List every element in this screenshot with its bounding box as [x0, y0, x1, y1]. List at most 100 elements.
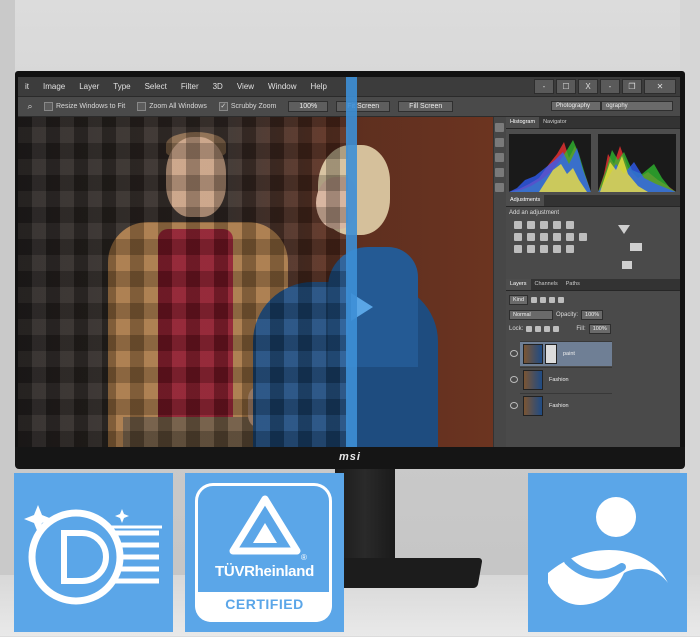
lock-brush-icon[interactable]: [535, 326, 542, 332]
hue-icon[interactable]: [514, 233, 522, 241]
menu-item-select[interactable]: Select: [138, 82, 174, 91]
tab-histogram[interactable]: Histogram: [506, 117, 540, 128]
tab-paths[interactable]: Paths: [562, 279, 584, 290]
tuv-certified-badge: ® TÜVRheinland CERTIFIED: [185, 473, 344, 632]
threshold-icon[interactable]: [540, 245, 548, 253]
dock-tools-icon[interactable]: [495, 168, 504, 177]
lock-row: Lock: Fill: 100%: [509, 324, 611, 334]
blend-mode-dropdown[interactable]: Normal: [509, 310, 553, 320]
lock-all-icon[interactable]: [553, 326, 560, 332]
color-lookup-icon[interactable]: [579, 233, 587, 241]
workspace-dropdown-2[interactable]: ography: [601, 101, 673, 111]
layer-row-fashion-1[interactable]: Fashion: [510, 367, 612, 392]
scrubby-zoom-checkbox[interactable]: ✓: [218, 102, 228, 111]
layer-thumbnail: [523, 396, 543, 416]
layer-thumbnail: [523, 370, 543, 390]
menu-item-layer[interactable]: Layer: [72, 82, 106, 91]
dock-info-icon[interactable]: [495, 183, 504, 192]
tab-layers[interactable]: Layers: [506, 279, 531, 290]
menu-item-window[interactable]: Window: [261, 82, 303, 91]
visibility-eye-icon[interactable]: [510, 350, 518, 357]
dock-play-icon[interactable]: [495, 138, 504, 147]
menu-item-type[interactable]: Type: [106, 82, 137, 91]
dock-history-icon[interactable]: [495, 123, 504, 132]
vibrance-icon[interactable]: [566, 221, 574, 229]
histogram-graph-1: [509, 134, 591, 192]
opacity-field[interactable]: 100%: [581, 310, 604, 320]
visibility-eye-icon[interactable]: [510, 376, 518, 383]
zoom-100-button[interactable]: 100%: [288, 101, 329, 112]
fill-field[interactable]: 100%: [588, 324, 611, 334]
zoom-tool-icon[interactable]: ⌕: [24, 101, 36, 112]
exposure-icon[interactable]: [553, 221, 561, 229]
adjustment-mask-icon[interactable]: [622, 261, 632, 269]
lock-label: Lock:: [509, 326, 524, 332]
close-doc-button[interactable]: X: [578, 79, 598, 94]
histogram-panel-tabs: Histogram Navigator: [506, 117, 680, 129]
background-wall-left: [0, 0, 15, 636]
tab-navigator[interactable]: Navigator: [539, 117, 571, 128]
menu-item-3d[interactable]: 3D: [206, 82, 230, 91]
menu-item-edit[interactable]: it: [18, 82, 36, 91]
tab-adjustments[interactable]: Adjustments: [506, 195, 545, 206]
layers-panel: Kind Normal Opacity: 100% Lock: Fill: 10…: [506, 291, 680, 447]
resize-windows-label: Resize Windows to Fit: [56, 103, 126, 110]
restore-doc-button[interactable]: ☐: [556, 79, 576, 94]
brightness-icon[interactable]: [514, 221, 522, 229]
adjustment-preset-icon[interactable]: [618, 225, 630, 234]
channel-mixer-icon[interactable]: [566, 233, 574, 241]
flicker-free-icon: [24, 505, 162, 605]
restore-app-button[interactable]: ❐: [622, 79, 642, 94]
menu-item-filter[interactable]: Filter: [174, 82, 206, 91]
selective-color-icon[interactable]: [566, 245, 574, 253]
invert-icon[interactable]: [514, 245, 522, 253]
dock-brush-icon[interactable]: [495, 153, 504, 162]
resize-windows-option[interactable]: Resize Windows to Fit: [44, 102, 125, 111]
scrubby-zoom-option[interactable]: ✓ Scrubby Zoom: [218, 102, 276, 111]
visibility-eye-icon[interactable]: [510, 402, 518, 409]
layer-row-paint[interactable]: paint: [510, 341, 612, 366]
layer-name: paint: [563, 351, 575, 357]
image-canvas[interactable]: [18, 117, 493, 447]
eye-comfort-badge: [528, 473, 687, 632]
kind-filter-dropdown[interactable]: Kind: [509, 295, 529, 305]
close-app-button[interactable]: ✕: [644, 79, 676, 94]
layer-row-fashion-2[interactable]: Fashion: [510, 393, 612, 418]
photoshop-window: it Image Layer Type Select Filter 3D Vie…: [18, 77, 680, 447]
adjustment-table-icon[interactable]: [630, 243, 642, 251]
filter-shape-icon[interactable]: [558, 297, 565, 303]
lock-move-icon[interactable]: [544, 326, 551, 332]
filter-pixel-icon[interactable]: [531, 297, 538, 303]
gradient-map-icon[interactable]: [553, 245, 561, 253]
menu-item-view[interactable]: View: [230, 82, 261, 91]
menu-item-image[interactable]: Image: [36, 82, 72, 91]
filter-adjust-icon[interactable]: [540, 297, 547, 303]
workspace-dropdown-1[interactable]: Photography: [551, 101, 601, 111]
monitor-bottom-bezel: msi: [15, 447, 685, 469]
photo-filter-icon[interactable]: [553, 233, 561, 241]
posterize-icon[interactable]: [527, 245, 535, 253]
tool-dock: [493, 117, 506, 447]
color-balance-icon[interactable]: [527, 233, 535, 241]
fit-screen-button[interactable]: Fit Screen: [336, 101, 391, 112]
filter-type-icon[interactable]: [549, 297, 556, 303]
zoom-all-option[interactable]: Zoom All Windows: [137, 102, 207, 111]
lock-pixels-icon[interactable]: [526, 326, 533, 332]
layer-mask-thumbnail[interactable]: [545, 344, 557, 364]
menu-item-help[interactable]: Help: [304, 82, 334, 91]
histogram-graph-2: [598, 134, 676, 192]
levels-icon[interactable]: [527, 221, 535, 229]
spacer-icon: [592, 221, 600, 229]
minimize-app-button[interactable]: -: [600, 79, 620, 94]
layer-filter-row: Kind: [509, 295, 565, 305]
resize-windows-checkbox[interactable]: [44, 102, 53, 111]
adjustments-panel-tabs: Adjustments: [506, 195, 680, 207]
curves-icon[interactable]: [540, 221, 548, 229]
fill-screen-button[interactable]: Fill Screen: [398, 101, 454, 112]
black-white-icon[interactable]: [540, 233, 548, 241]
add-adjustment-label: Add an adjustment: [509, 210, 560, 216]
adjustments-panel: Add an adjustment: [506, 207, 680, 279]
zoom-all-checkbox[interactable]: [137, 102, 147, 111]
minimize-doc-button[interactable]: -: [534, 79, 554, 94]
tab-channels[interactable]: Channels: [531, 279, 562, 290]
